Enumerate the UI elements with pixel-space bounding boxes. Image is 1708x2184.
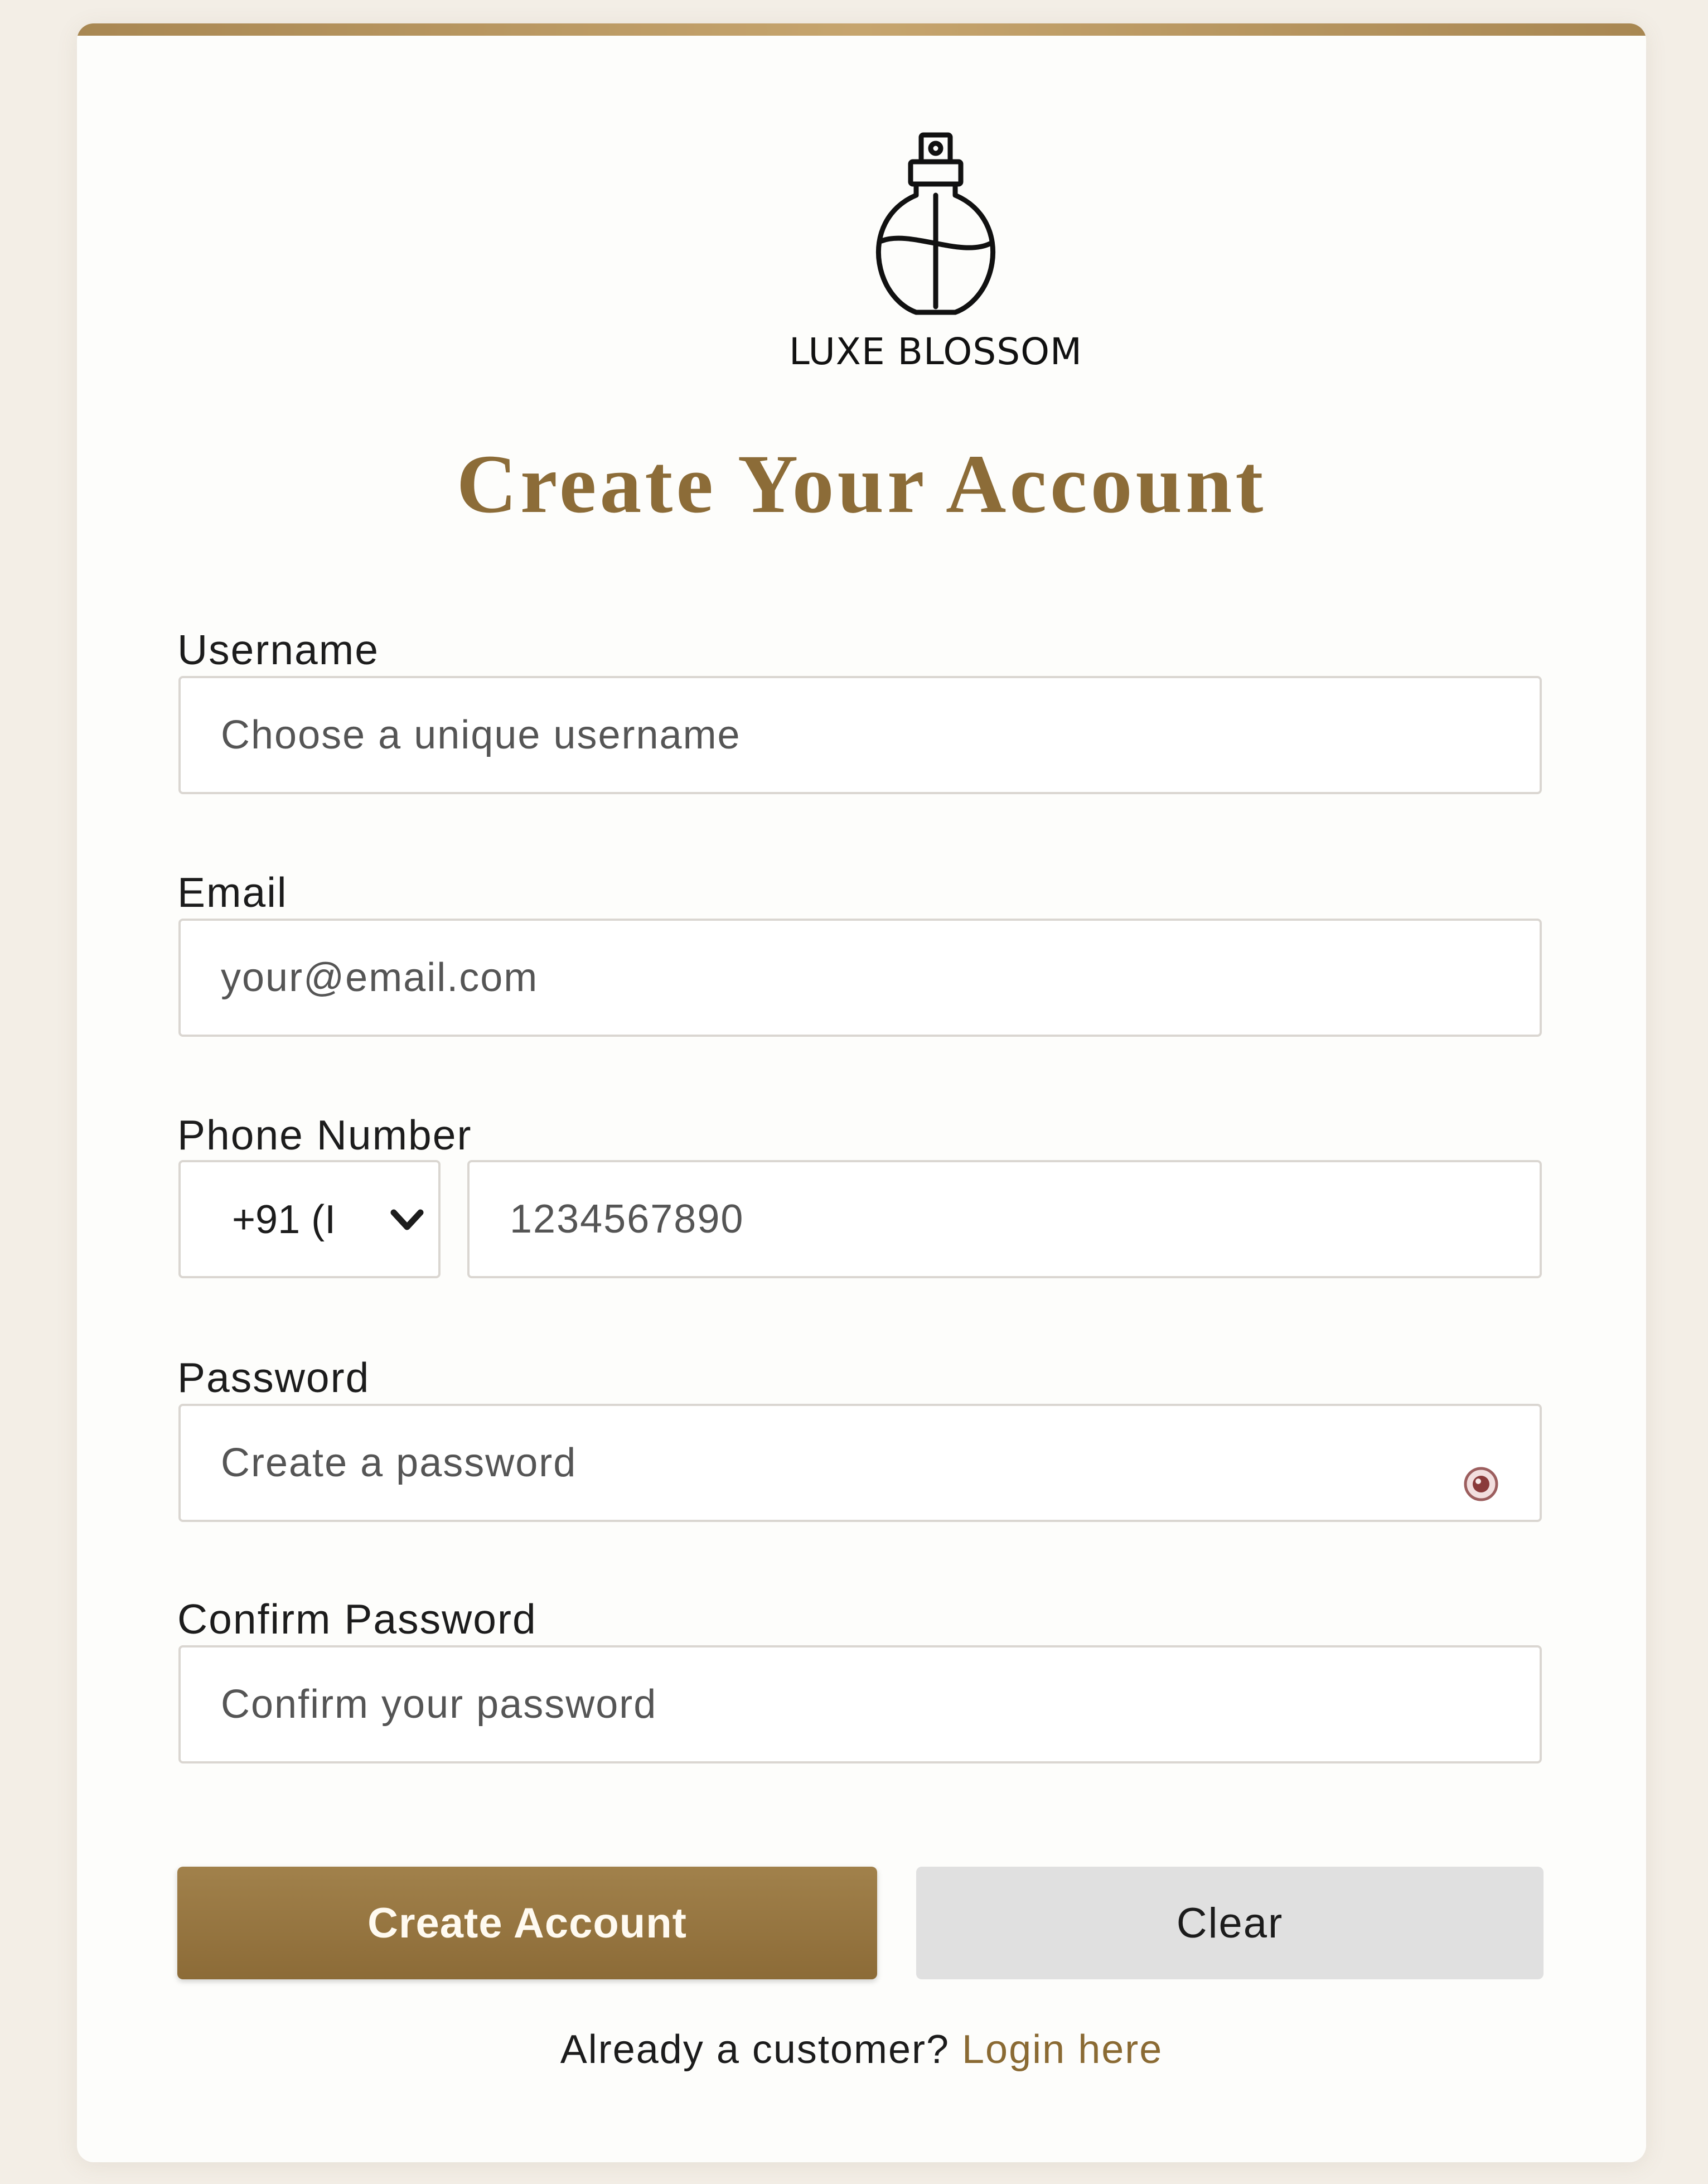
country-code-select[interactable]: +91 (I [178, 1160, 441, 1278]
clear-button[interactable]: Clear [916, 1867, 1544, 1979]
country-code-value: +91 (I [232, 1197, 336, 1242]
page-title: Create Your Account [456, 438, 1267, 530]
confirm-password-label: Confirm Password [177, 1596, 537, 1642]
login-link[interactable]: Login here [962, 2027, 1163, 2072]
brand-logo: LUXE BLOSSOM [768, 129, 1103, 386]
login-prompt: Already a customer? Login here [77, 2027, 1646, 2072]
create-account-button[interactable]: Create Account [177, 1867, 877, 1979]
username-label: Username [177, 626, 379, 673]
eye-icon[interactable] [1462, 1465, 1500, 1503]
phone-input[interactable] [467, 1160, 1542, 1278]
login-prompt-text: Already a customer? [560, 2027, 962, 2072]
phone-label: Phone Number [177, 1112, 472, 1158]
email-label: Email [177, 869, 288, 916]
perfume-bottle-icon [875, 132, 996, 315]
card-accent-bar [77, 23, 1646, 36]
username-input[interactable] [178, 676, 1542, 794]
confirm-password-input[interactable] [178, 1645, 1542, 1763]
password-input[interactable] [178, 1404, 1542, 1522]
signup-card: LUXE BLOSSOM Create Your Account Usernam… [77, 23, 1646, 2162]
chevron-down-icon [390, 1209, 424, 1230]
password-label: Password [177, 1354, 370, 1401]
brand-name: LUXE BLOSSOM [788, 330, 1082, 373]
email-input[interactable] [178, 919, 1542, 1037]
